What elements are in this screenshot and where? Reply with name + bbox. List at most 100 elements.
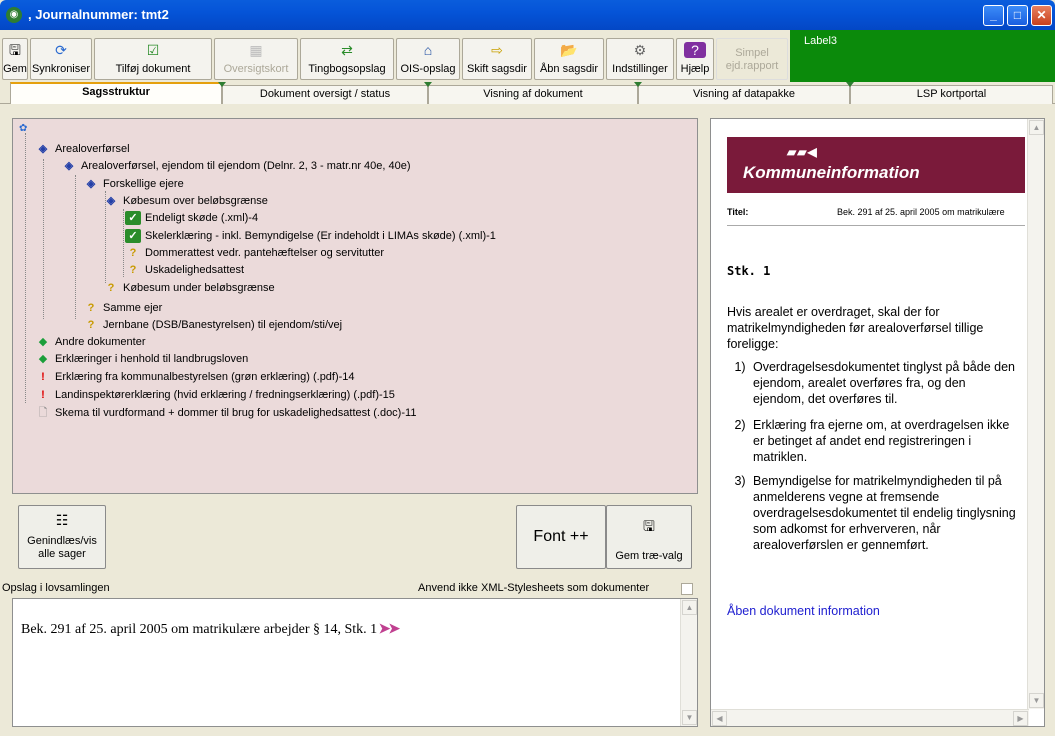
document-title-row: Titel: Bek. 291 af 25. april 2005 om mat… (727, 207, 1025, 226)
open-folder-button[interactable]: 📂 Åbn sagsdir (534, 38, 604, 80)
diamond-icon: ◆ (38, 335, 48, 348)
save-tree-button[interactable]: 🖫 Gem træ-valg (606, 505, 692, 569)
settings-button[interactable]: ⚙ Indstillinger (606, 38, 674, 80)
open-document-info-link[interactable]: Åben dokument information (727, 604, 880, 618)
folder-icon: ◈ (86, 177, 96, 190)
tree-item[interactable]: ! Landinspektørerklæring (hvid erklæring … (35, 386, 395, 403)
tab-document-view[interactable]: Visning af dokument (428, 85, 638, 104)
check-icon: ✓ (125, 228, 141, 243)
overview-map-button[interactable]: ▦ Oversigtskort (214, 38, 298, 80)
tree-item[interactable]: ? Samme ejer (83, 299, 163, 316)
list-item: 2) Erklæring fra ejerne om, at overdragel… (734, 418, 1010, 464)
law-reference[interactable]: Bek. 291 af 25. april 2005 om matrikulær… (21, 621, 400, 638)
tree-item[interactable]: ◈ Arealoverførsel, ejendom til ejendom (D… (61, 157, 411, 174)
question-icon: ? (129, 246, 137, 259)
tree-item[interactable]: ◈ Købesum over beløbsgrænse (103, 192, 268, 209)
maximize-button[interactable]: □ (1007, 5, 1028, 26)
document-vertical-scrollbar[interactable]: ▲ ▼ (1027, 119, 1044, 709)
font-increase-button[interactable]: Font ++ (516, 505, 606, 569)
tree-list-icon: ☷ (55, 512, 69, 528)
question-icon: ? (129, 263, 137, 276)
ki-logo: ▰▰◀ (787, 145, 818, 159)
tab-document-overview[interactable]: Dokument oversigt / status (222, 85, 428, 104)
title-bar: ◉ , Journalnummer: tmt2 _ □ ✕ (0, 0, 1055, 30)
law-lookup-box[interactable]: Bek. 291 af 25. april 2005 om matrikulær… (12, 598, 698, 727)
simple-report-button[interactable]: Simpel ejd.rapport (716, 38, 788, 80)
tree-item[interactable]: ◈ Arealoverførsel (35, 140, 130, 157)
kommuneinformation-header: ▰▰◀ Kommuneinformation (727, 137, 1025, 193)
folder-icon: ◈ (38, 142, 48, 155)
label3: Label3 (790, 30, 1055, 82)
tab-marker (218, 82, 226, 87)
xml-stylesheet-label: Anvend ikke XML-Stylesheets som dokument… (418, 582, 650, 594)
tree-item[interactable]: ✓ Endeligt skøde (.xml)-4 (125, 209, 258, 226)
warning-icon: ! (41, 370, 45, 383)
save-icon: 🖫 (9, 42, 21, 58)
scroll-right-arrow[interactable]: ▶ (1013, 711, 1028, 726)
section-heading: Stk. 1 (727, 264, 771, 278)
xml-stylesheet-checkbox[interactable] (681, 583, 693, 595)
tree-item[interactable]: ✓ Skelerklæring - inkl. Bemyndigelse (Er … (125, 227, 496, 244)
add-document-button[interactable]: ☑ Tilføj dokument (94, 38, 212, 80)
close-button[interactable]: ✕ (1031, 5, 1052, 26)
check-icon: ✓ (125, 210, 141, 225)
scroll-down-arrow[interactable]: ▼ (682, 710, 697, 725)
book-lookup-icon: ⇄ (341, 42, 353, 58)
ois-button[interactable]: ⌂ OIS-opslag (396, 38, 460, 80)
land-registry-button[interactable]: ⇄ Tingbogsopslag (300, 38, 394, 80)
law-lookup-label: Opslag i lovsamlingen (2, 582, 110, 594)
document-view-panel: ▰▰◀ Kommuneinformation Titel: Bek. 291 a… (710, 118, 1045, 727)
tree-item[interactable]: ? Uskadelighedsattest (125, 261, 244, 278)
tab-datapackage-view[interactable]: Visning af datapakke (638, 85, 850, 104)
tab-lsp-map-portal[interactable]: LSP kortportal (850, 85, 1053, 104)
tree-root-icon: ✿ (19, 123, 28, 134)
scroll-up-arrow[interactable]: ▲ (682, 600, 697, 615)
forward-arrows-icon: ➤➤ (377, 622, 400, 637)
tree-item[interactable]: 🗋 Skema til vurdformand + dommer til brug… (35, 404, 417, 421)
ois-icon: ⌂ (423, 42, 433, 58)
map-icon: ▦ (249, 42, 263, 58)
tree-item[interactable]: ! Erklæring fra kommunalbestyrelsen (grøn… (35, 368, 354, 385)
add-document-icon: ☑ (146, 42, 160, 58)
tree-item[interactable]: ◆ Andre dokumenter (35, 333, 146, 350)
list-item: 1) Overdragelsesdokumentet tinglyst på bå… (734, 360, 1015, 406)
document-icon: 🗋 (38, 406, 48, 419)
tree-item[interactable]: ? Dommerattest vedr. pantehæftelser og se… (125, 244, 384, 261)
change-folder-icon: ⇨ (491, 42, 503, 58)
law-scrollbar[interactable]: ▲ ▼ (680, 599, 697, 726)
tab-bar: Sagsstruktur Dokument oversigt / status … (0, 82, 1055, 104)
app-icon: ◉ (6, 7, 22, 23)
scroll-down-arrow[interactable]: ▼ (1029, 693, 1044, 708)
save-button[interactable]: 🖫 Gem (2, 38, 28, 80)
reload-all-cases-button[interactable]: ☷ Genindlæs/vis alle sager (18, 505, 106, 569)
question-icon: ? (87, 301, 95, 314)
tree-item[interactable]: ◆ Erklæringer i henhold til landbrugslove… (35, 350, 248, 367)
window-title: , Journalnummer: tmt2 (28, 7, 169, 22)
intro-paragraph: Hvis arealet er overdraget, skal der for… (727, 305, 984, 351)
list-item: 3) Bemyndigelse for matrikelmyndigheden t… (734, 474, 1016, 552)
tree-item[interactable]: ? Jernbane (DSB/Banestyrelsen) til ejendo… (83, 316, 342, 333)
tab-case-structure[interactable]: Sagsstruktur (10, 82, 222, 104)
save-icon: 🖫 (643, 518, 655, 534)
tab-marker (634, 82, 642, 87)
folder-icon: ◈ (106, 194, 116, 207)
minimize-button[interactable]: _ (983, 5, 1004, 26)
question-icon: ? (87, 318, 95, 331)
help-button[interactable]: ? Hjælp (676, 38, 714, 80)
diamond-icon: ◆ (38, 352, 48, 365)
document-horizontal-scrollbar[interactable]: ◀ ▶ (711, 709, 1029, 726)
scroll-left-arrow[interactable]: ◀ (712, 711, 727, 726)
change-folder-button[interactable]: ⇨ Skift sagsdir (462, 38, 532, 80)
tree-item[interactable]: ? Købesum under beløbsgrænse (103, 279, 275, 296)
sync-icon: ⟳ (55, 42, 67, 58)
sync-button[interactable]: ⟳ Synkroniser (30, 38, 92, 80)
tab-marker (424, 82, 432, 87)
tab-marker (846, 82, 854, 87)
open-folder-icon: 📂 (560, 42, 578, 58)
question-icon: ? (107, 281, 115, 294)
scroll-up-arrow[interactable]: ▲ (1029, 120, 1044, 135)
case-tree: ✿ ◈ Arealoverførsel ◈ Arealoverførsel, eje… (12, 118, 698, 494)
help-icon: ? (684, 42, 706, 58)
warning-icon: ! (41, 388, 45, 401)
tree-item[interactable]: ◈ Forskellige ejere (83, 175, 184, 192)
